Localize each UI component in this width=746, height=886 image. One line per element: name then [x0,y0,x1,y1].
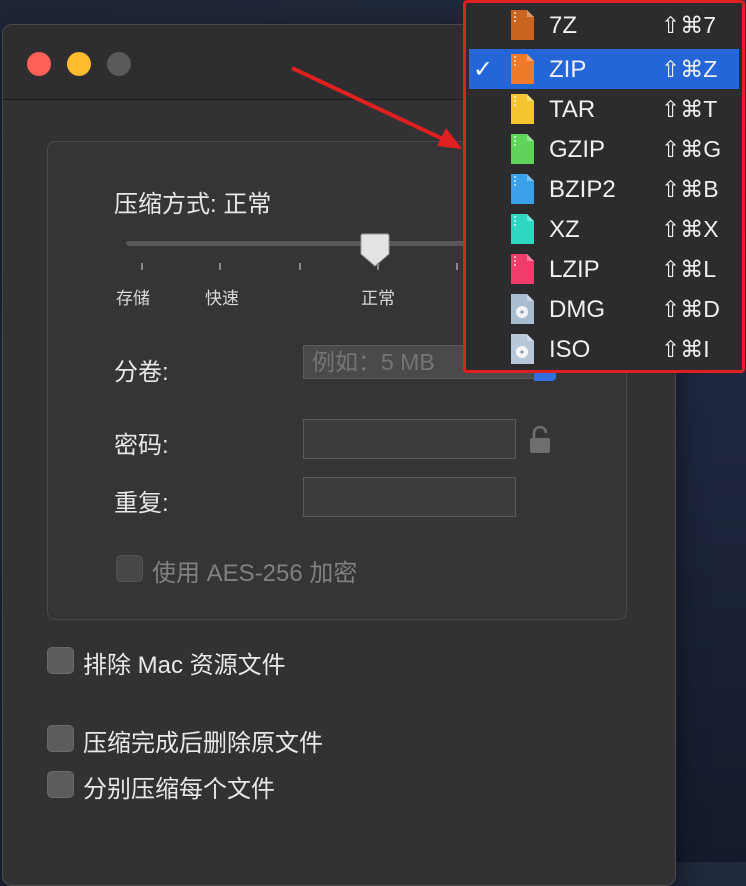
archive-file-icon [511,174,534,204]
archive-file-icon [511,94,534,124]
delete-after-compress-checkbox[interactable] [47,725,74,752]
archive-file-icon [511,10,534,40]
format-name: LZIP [549,256,600,283]
menu-item-dmg[interactable]: DMG ⇧⌘D [469,289,739,329]
keyboard-shortcut: ⇧⌘7 [661,12,717,38]
menu-item-7z[interactable]: 7Z ⇧⌘7 [469,5,739,45]
compress-separately-checkbox[interactable] [47,771,74,798]
archive-file-icon [511,214,534,244]
tick-label-fast: 快速 [205,289,239,308]
menu-item-bzip2[interactable]: BZIP2 ⇧⌘B [469,169,739,209]
menu-item-zip[interactable]: ✓ ZIP ⇧⌘Z [469,49,739,89]
compress-separately-label: 分别压缩每个文件 [83,776,275,803]
archive-file-icon [511,254,534,284]
password-label: 密码: [114,432,169,459]
menu-item-gzip[interactable]: GZIP ⇧⌘G [469,129,739,169]
format-name: XZ [549,216,580,243]
compression-method-label: 压缩方式: 正常 [114,191,272,218]
keyboard-shortcut: ⇧⌘I [661,336,710,362]
compression-level-slider[interactable] [126,241,506,246]
repeat-password-label: 重复: [114,490,169,517]
archive-file-icon [511,54,534,84]
keyboard-shortcut: ⇧⌘B [661,176,719,202]
tick-label-normal: 正常 [361,289,395,308]
slider-tick [377,263,379,270]
format-name: TAR [549,96,596,123]
format-popup-menu: 7Z ⇧⌘7 ✓ ZIP ⇧⌘Z TAR ⇧⌘T GZIP ⇧⌘G BZIP2 … [463,0,745,373]
keyboard-shortcut: ⇧⌘L [661,256,717,282]
menu-item-xz[interactable]: XZ ⇧⌘X [469,209,739,249]
aes-encryption-checkbox[interactable] [116,555,143,582]
delete-after-compress-label: 压缩完成后删除原文件 [83,730,323,757]
keyboard-shortcut: ⇧⌘G [661,136,722,162]
slider-tick [141,263,143,270]
slider-tick [456,263,458,270]
format-name: ZIP [549,56,587,83]
format-name: GZIP [549,136,606,163]
menu-item-tar[interactable]: TAR ⇧⌘T [469,89,739,129]
exclude-mac-resources-label: 排除 Mac 资源文件 [83,652,286,679]
archive-file-icon [511,134,534,164]
menu-item-iso[interactable]: ISO ⇧⌘I [469,329,739,369]
slider-thumb[interactable] [360,232,390,268]
exclude-mac-resources-checkbox[interactable] [47,647,74,674]
menu-item-lzip[interactable]: LZIP ⇧⌘L [469,249,739,289]
lock-icon[interactable] [528,425,552,455]
format-name: DMG [549,296,605,323]
keyboard-shortcut: ⇧⌘X [661,216,719,242]
format-name: 7Z [549,12,578,39]
keyboard-shortcut: ⇧⌘Z [661,56,718,82]
volume-label: 分卷: [114,359,169,386]
slider-tick [219,263,221,270]
format-name: ISO [549,336,591,363]
slider-tick [299,263,301,270]
zoom-button[interactable] [107,52,131,76]
keyboard-shortcut: ⇧⌘D [661,296,720,322]
disk-image-icon [511,334,534,364]
checkmark-icon: ✓ [473,56,494,83]
minimize-button[interactable] [67,52,91,76]
keyboard-shortcut: ⇧⌘T [661,96,718,122]
tick-label-store: 存储 [116,289,150,308]
close-button[interactable] [27,52,51,76]
repeat-password-field[interactable] [303,477,516,517]
password-field[interactable] [303,419,516,459]
aes-encryption-label: 使用 AES-256 加密 [152,560,358,587]
disk-image-icon [511,294,534,324]
format-name: BZIP2 [549,176,616,203]
